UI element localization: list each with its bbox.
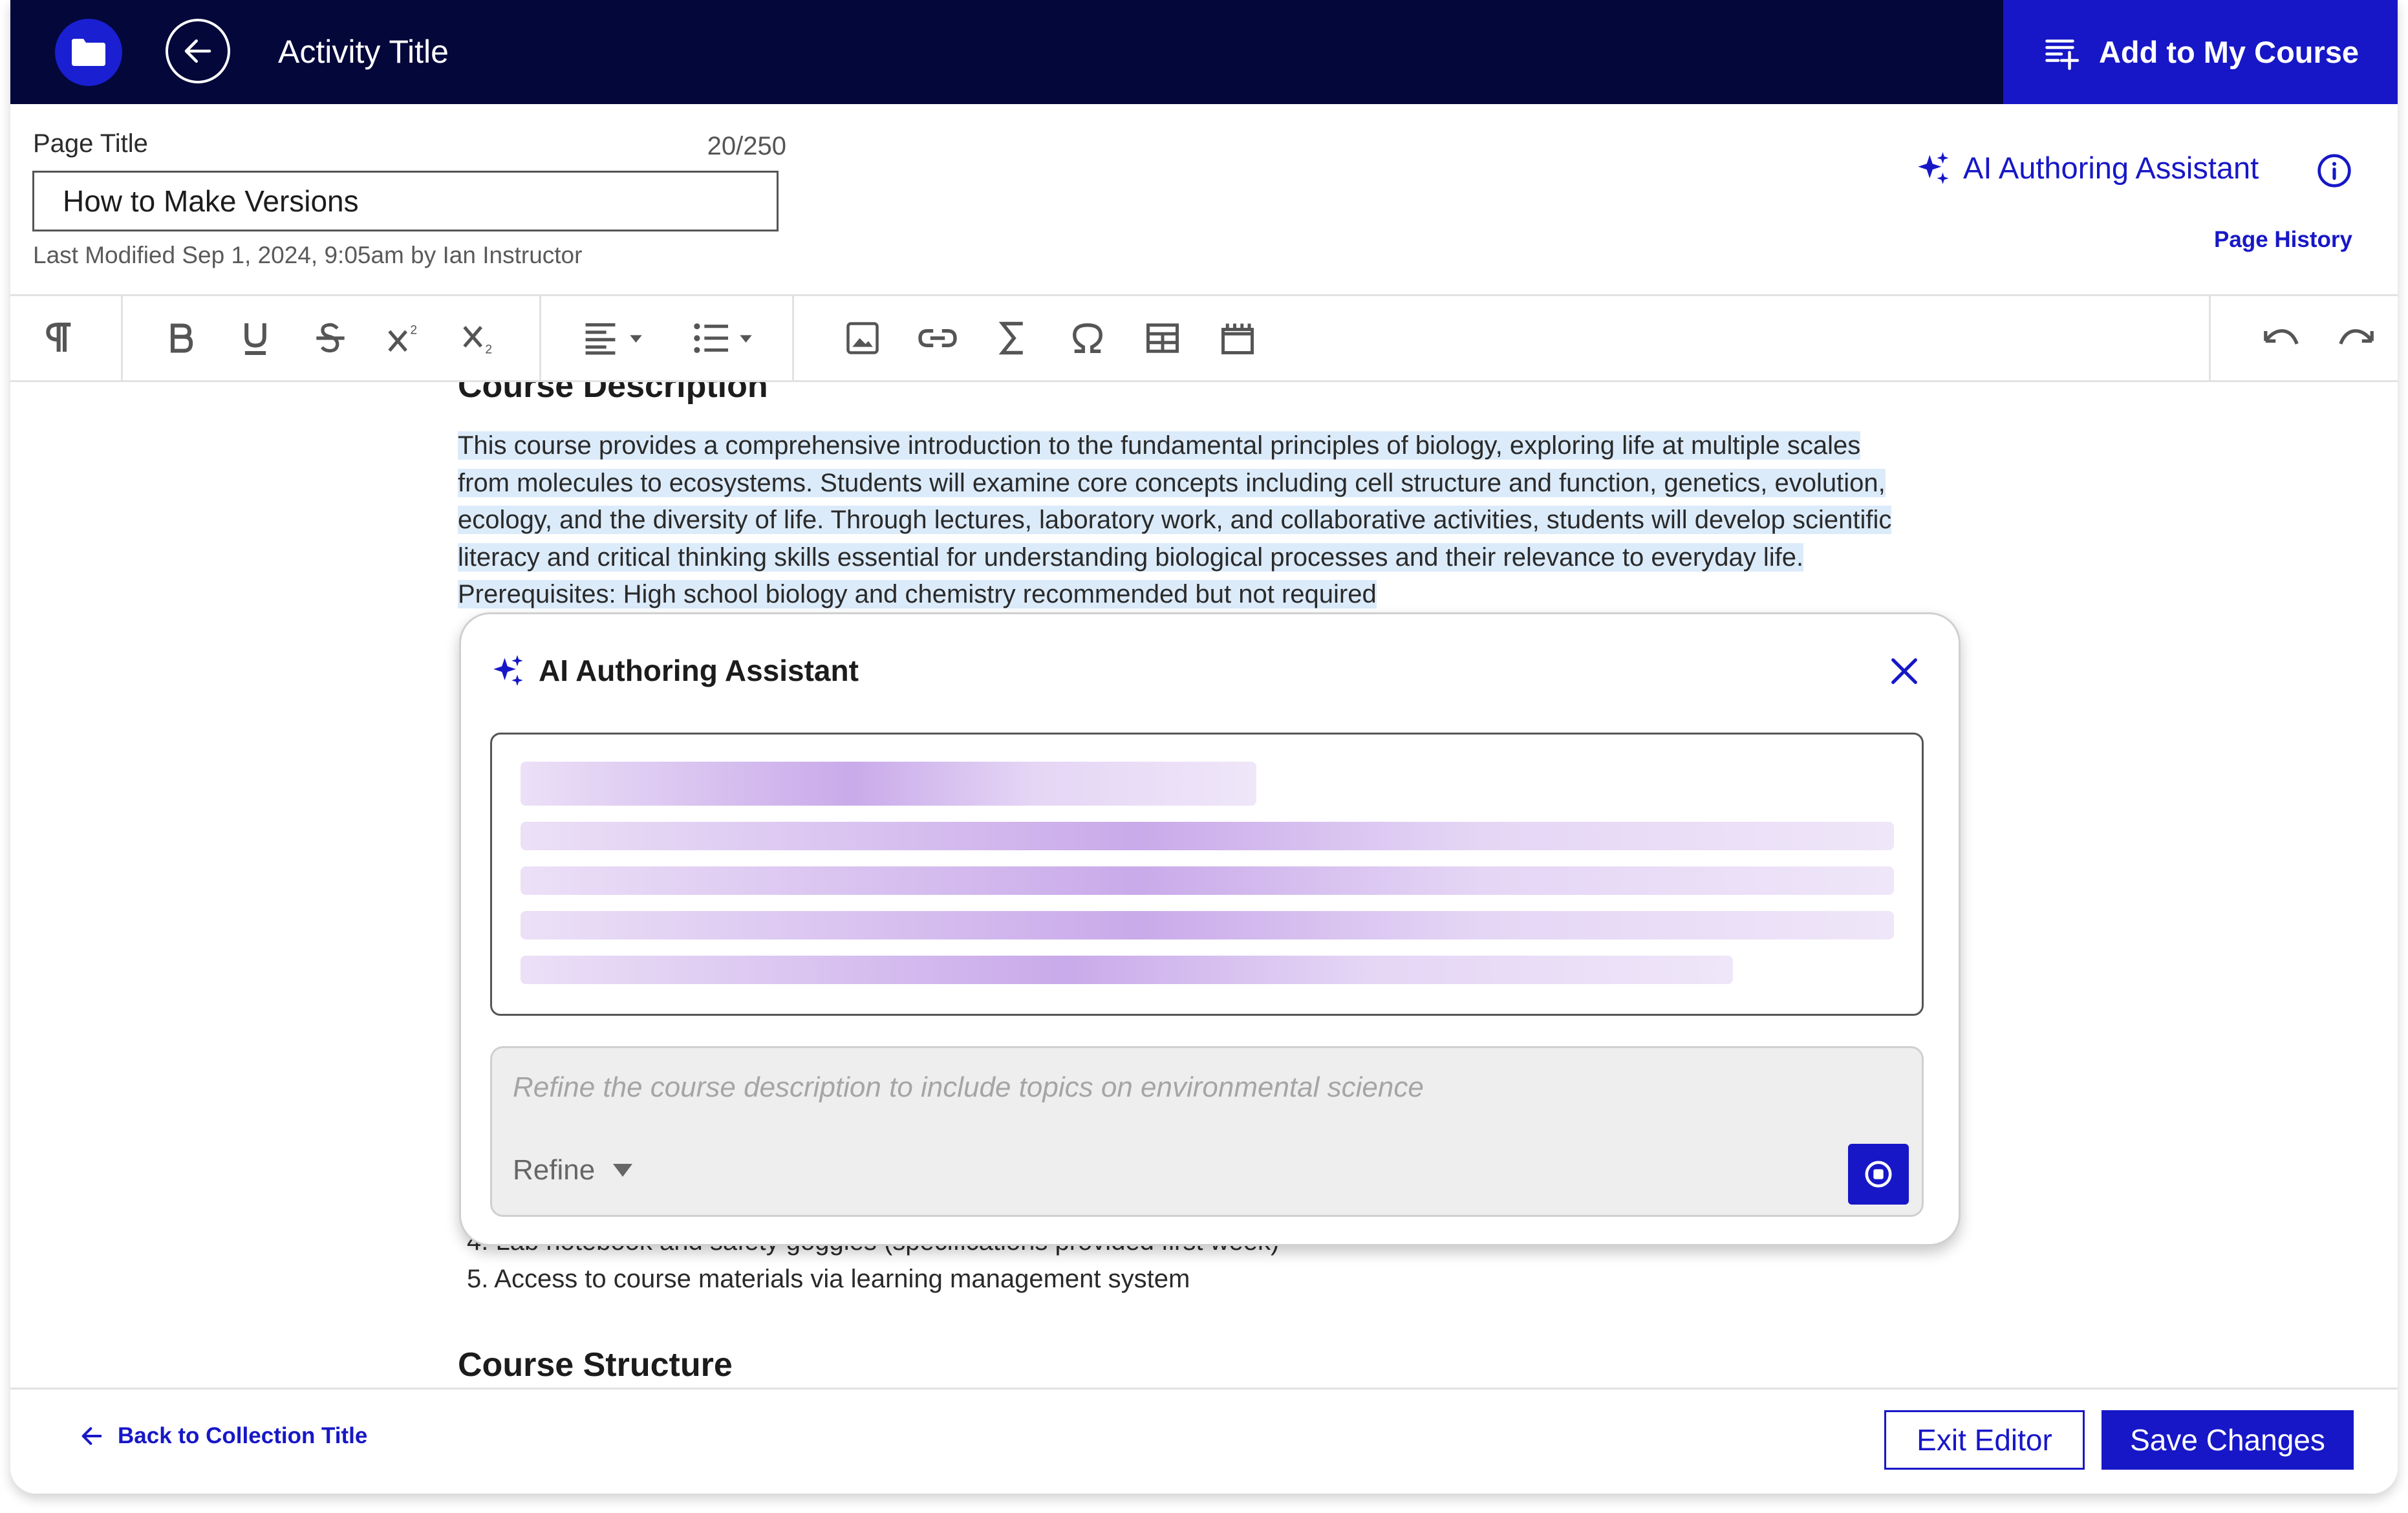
- desc-line: This course provides a comprehensive int…: [458, 431, 1861, 460]
- link-icon[interactable]: [917, 317, 958, 359]
- skeleton-line: [521, 911, 1894, 939]
- course-description-text[interactable]: This course provides a comprehensive int…: [458, 427, 1958, 614]
- stop-icon: [1865, 1161, 1892, 1188]
- list-item: 5. Access to course materials via learni…: [467, 1265, 1190, 1293]
- ai-output-loading: [490, 733, 1924, 1016]
- last-modified: Last Modified Sep 1, 2024, 9:05am by Ian…: [33, 242, 583, 268]
- back-to-collection-link[interactable]: Back to Collection Title: [79, 1423, 367, 1449]
- embed-icon[interactable]: [1217, 317, 1258, 359]
- subscript-icon[interactable]: 2: [460, 317, 502, 359]
- table-icon[interactable]: [1142, 317, 1183, 359]
- toolbar-divider: [2209, 296, 2211, 380]
- sparkle-icon: [1918, 151, 1949, 184]
- page-history-link[interactable]: Page History: [2214, 227, 2352, 253]
- activity-title: Activity Title: [278, 34, 449, 70]
- arrow-left-icon: [81, 1427, 102, 1445]
- sigma-icon[interactable]: [992, 317, 1033, 359]
- caret-down-icon: [613, 1164, 633, 1177]
- exit-editor-button[interactable]: Exit Editor: [1884, 1410, 2085, 1470]
- refine-label: Refine: [513, 1154, 596, 1186]
- undo-icon[interactable]: [2261, 317, 2302, 359]
- svg-text:2: 2: [485, 343, 492, 356]
- redo-icon[interactable]: [2336, 317, 2377, 359]
- superscript-icon[interactable]: 2: [385, 317, 427, 359]
- add-to-course-label: Add to My Course: [2098, 35, 2360, 69]
- page-title-input[interactable]: [32, 171, 779, 231]
- desc-line: ecology, and the diversity of life. Thro…: [458, 506, 1892, 534]
- underline-icon[interactable]: [235, 317, 276, 359]
- sparkle-icon: [493, 655, 523, 686]
- playlist-add-icon: [2045, 39, 2080, 70]
- toolbar-divider: [792, 296, 794, 380]
- prompt-placeholder: Refine the course description to include…: [513, 1071, 1424, 1103]
- refine-dropdown[interactable]: Refine: [513, 1154, 633, 1186]
- align-icon[interactable]: [579, 317, 657, 359]
- ai-panel-title: AI Authoring Assistant: [539, 654, 859, 687]
- char-count: 20/250: [707, 132, 786, 160]
- back-button[interactable]: [166, 19, 230, 83]
- image-icon[interactable]: [842, 317, 883, 359]
- ai-assistant-button[interactable]: AI Authoring Assistant: [1917, 150, 2259, 186]
- ai-assistant-label: AI Authoring Assistant: [1963, 151, 2259, 185]
- prompt-field[interactable]: Refine the course description to include…: [490, 1046, 1924, 1217]
- page-title-label: Page Title: [33, 129, 148, 158]
- close-icon[interactable]: [1887, 654, 1921, 688]
- course-description-heading: Course Description: [458, 382, 768, 405]
- editor-window: Activity Title Add to My Course Page Tit…: [10, 0, 2398, 1494]
- skeleton-line: [521, 822, 1894, 850]
- paragraph-icon[interactable]: [39, 317, 81, 359]
- skeleton-line: [521, 762, 1256, 806]
- back-to-collection-label: Back to Collection Title: [118, 1423, 368, 1448]
- folder-button[interactable]: [55, 19, 122, 86]
- strikethrough-icon[interactable]: [310, 317, 351, 359]
- ai-panel-header: AI Authoring Assistant: [492, 653, 859, 688]
- desc-line: from molecules to ecosystems. Students w…: [458, 468, 1886, 497]
- footer-bar: Back to Collection Title Exit Editor Sav…: [10, 1388, 2398, 1494]
- arrow-left-icon: [184, 39, 211, 63]
- top-bar: Activity Title Add to My Course: [10, 0, 2398, 104]
- editor-toolbar: 2 2: [10, 294, 2398, 382]
- info-icon[interactable]: [2316, 153, 2352, 189]
- desc-line: Prerequisites: High school biology and c…: [458, 580, 1377, 608]
- bold-icon[interactable]: [160, 317, 202, 359]
- list-icon[interactable]: [689, 317, 767, 359]
- ai-assistant-panel: AI Authoring Assistant Refine the course…: [459, 612, 1961, 1246]
- omega-icon[interactable]: [1067, 317, 1108, 359]
- save-changes-button[interactable]: Save Changes: [2102, 1410, 2354, 1470]
- add-to-course-button[interactable]: Add to My Course: [2003, 0, 2398, 104]
- toolbar-divider: [539, 296, 541, 380]
- desc-line: literacy and critical thinking skills es…: [458, 542, 1804, 572]
- svg-text:2: 2: [410, 324, 417, 338]
- skeleton-line: [521, 956, 1733, 984]
- folder-icon: [72, 39, 105, 66]
- toolbar-divider: [121, 296, 123, 380]
- course-structure-heading: Course Structure: [458, 1346, 733, 1384]
- stop-generation-button[interactable]: [1848, 1144, 1909, 1205]
- skeleton-line: [521, 866, 1894, 895]
